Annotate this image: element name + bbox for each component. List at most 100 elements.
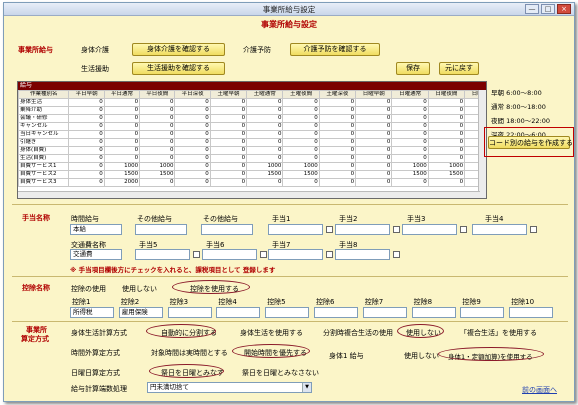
minimize-button[interactable]: — [525, 4, 539, 14]
table-cell[interactable]: 0 [103, 138, 141, 147]
table-cell[interactable]: キャンセル [18, 122, 70, 131]
other-pay-1-input[interactable] [135, 224, 187, 235]
table-cell[interactable]: 0 [209, 106, 248, 115]
table-row[interactable]: 自費サービス3020000000000000Cサービス [18, 178, 486, 187]
table-cell[interactable]: 0 [174, 122, 211, 131]
table-cell[interactable]: 1000 [246, 162, 284, 171]
table-cell[interactable]: 0 [103, 98, 141, 107]
table-row[interactable]: 当日キャンセル000000000000当日キャンセル [18, 130, 486, 139]
allowance-1-input[interactable] [268, 224, 323, 235]
table-cell[interactable]: 0 [318, 106, 357, 115]
table-cell[interactable]: 0 [174, 130, 211, 139]
table-cell[interactable]: 0 [282, 130, 320, 139]
undo-button[interactable]: 元に戻す [439, 62, 479, 75]
body-life-auto-split-option[interactable]: 自動的に分割する [161, 328, 217, 338]
check-prevention-button[interactable]: 介護予防を確認する [290, 43, 380, 56]
table-cell[interactable]: 0 [355, 106, 393, 115]
table-cell[interactable]: 0 [391, 106, 429, 115]
table-cell[interactable]: 0 [139, 138, 176, 147]
table-row[interactable]: 生活(自費)000000000000生活(自費) [18, 154, 486, 163]
table-cell[interactable]: 0 [355, 130, 393, 139]
body1-use-option[interactable]: 身体1・定額加算)を使用する [448, 351, 533, 361]
grid-column-header[interactable]: 平日通常 [103, 90, 141, 99]
table-cell[interactable]: 0 [68, 114, 105, 123]
table-cell[interactable]: 0 [246, 130, 284, 139]
table-cell[interactable]: 生活(自費) [18, 154, 70, 163]
table-row[interactable]: キャンセル000000000000キャンセル [18, 122, 486, 131]
allowance-3-taxable-checkbox[interactable] [460, 226, 467, 233]
overtime-actual-option[interactable]: 対象時間は実時間とする [151, 348, 228, 358]
table-cell[interactable]: 0 [246, 146, 284, 155]
allowance-3-input[interactable] [402, 224, 457, 235]
table-cell[interactable]: 0 [246, 98, 284, 107]
grid-horizontal-scrollbar[interactable] [18, 191, 480, 198]
table-cell[interactable]: 0 [68, 138, 105, 147]
table-row[interactable]: 自費サービス2015001500001500150000150015000Bサー… [18, 170, 486, 179]
deduction-8-input[interactable] [411, 307, 456, 318]
table-cell[interactable]: 0 [174, 162, 211, 171]
table-cell[interactable]: 0 [68, 122, 105, 131]
check-life-support-button[interactable]: 生活援助を確認する [132, 62, 225, 75]
table-cell[interactable]: 0 [282, 122, 320, 131]
table-cell[interactable]: 1500 [391, 170, 429, 179]
body-life-use-option[interactable]: 身体生活を使用する [240, 328, 303, 338]
deduction-1-input[interactable]: 所得税 [70, 307, 114, 318]
table-cell[interactable]: 0 [282, 138, 320, 147]
table-cell[interactable]: 0 [282, 98, 320, 107]
table-cell[interactable]: 0 [174, 106, 211, 115]
body1-off-option[interactable]: 使用しない [404, 351, 439, 361]
table-cell[interactable]: 0 [174, 138, 211, 147]
table-cell[interactable]: 0 [68, 106, 105, 115]
table-cell[interactable]: 0 [282, 114, 320, 123]
table-cell[interactable]: 0 [282, 178, 320, 187]
table-cell[interactable]: 0 [391, 146, 429, 155]
grid-column-header[interactable]: 土曜深夜 [318, 90, 357, 99]
table-cell[interactable]: 自費サービス1 [18, 162, 70, 171]
table-cell[interactable]: 0 [246, 154, 284, 163]
split-compound-off-option[interactable]: 使用しない [406, 328, 441, 338]
table-cell[interactable]: 0 [139, 130, 176, 139]
create-code-salary-button[interactable]: コード別の給与を作成する [488, 136, 573, 149]
table-cell[interactable]: 0 [391, 138, 429, 147]
save-button[interactable]: 保存 [396, 62, 430, 75]
table-cell[interactable]: 0 [427, 114, 466, 123]
table-cell[interactable]: 0 [68, 98, 105, 107]
deduction-9-input[interactable] [460, 307, 505, 318]
table-cell[interactable]: 0 [427, 178, 466, 187]
table-row[interactable]: 会議・研修000000000000会議・研修 [18, 114, 486, 123]
table-cell[interactable]: 0 [209, 146, 248, 155]
table-cell[interactable]: 2000 [103, 178, 141, 187]
table-cell[interactable]: 0 [391, 98, 429, 107]
table-cell[interactable]: 0 [282, 154, 320, 163]
table-cell[interactable]: 0 [318, 98, 357, 107]
allowance-8-input[interactable] [335, 249, 390, 260]
grid-column-header[interactable]: 土曜夜間 [282, 90, 320, 99]
table-cell[interactable]: 1500 [139, 170, 176, 179]
table-cell[interactable]: 0 [174, 98, 211, 107]
deduction-3-input[interactable] [167, 307, 212, 318]
table-cell[interactable]: 0 [139, 154, 176, 163]
table-cell[interactable]: 0 [209, 122, 248, 131]
table-cell[interactable]: 0 [246, 106, 284, 115]
table-cell[interactable]: 0 [209, 162, 248, 171]
table-cell[interactable]: 0 [391, 154, 429, 163]
maximize-button[interactable]: □ [541, 4, 555, 14]
other-pay-2-input[interactable] [201, 224, 253, 235]
table-cell[interactable]: 0 [318, 154, 357, 163]
table-cell[interactable]: 0 [427, 106, 466, 115]
table-cell[interactable]: 1000 [103, 162, 141, 171]
deduction-7-input[interactable] [362, 307, 407, 318]
table-cell[interactable]: 0 [68, 146, 105, 155]
table-cell[interactable]: 身体生活 [18, 98, 70, 107]
table-cell[interactable]: 0 [318, 130, 357, 139]
table-cell[interactable]: 自費サービス2 [18, 170, 70, 179]
allowance-4-input[interactable] [472, 224, 527, 235]
table-cell[interactable]: 0 [139, 106, 176, 115]
table-cell[interactable]: 0 [139, 178, 176, 187]
table-cell[interactable]: 0 [68, 154, 105, 163]
table-cell[interactable]: 0 [209, 154, 248, 163]
allowance-1-taxable-checkbox[interactable] [326, 226, 333, 233]
grid-column-header[interactable]: 日曜夜間 [427, 90, 466, 99]
prev-screen-link[interactable]: 前の画面へ [522, 385, 557, 395]
deduction-10-input[interactable] [509, 307, 554, 318]
